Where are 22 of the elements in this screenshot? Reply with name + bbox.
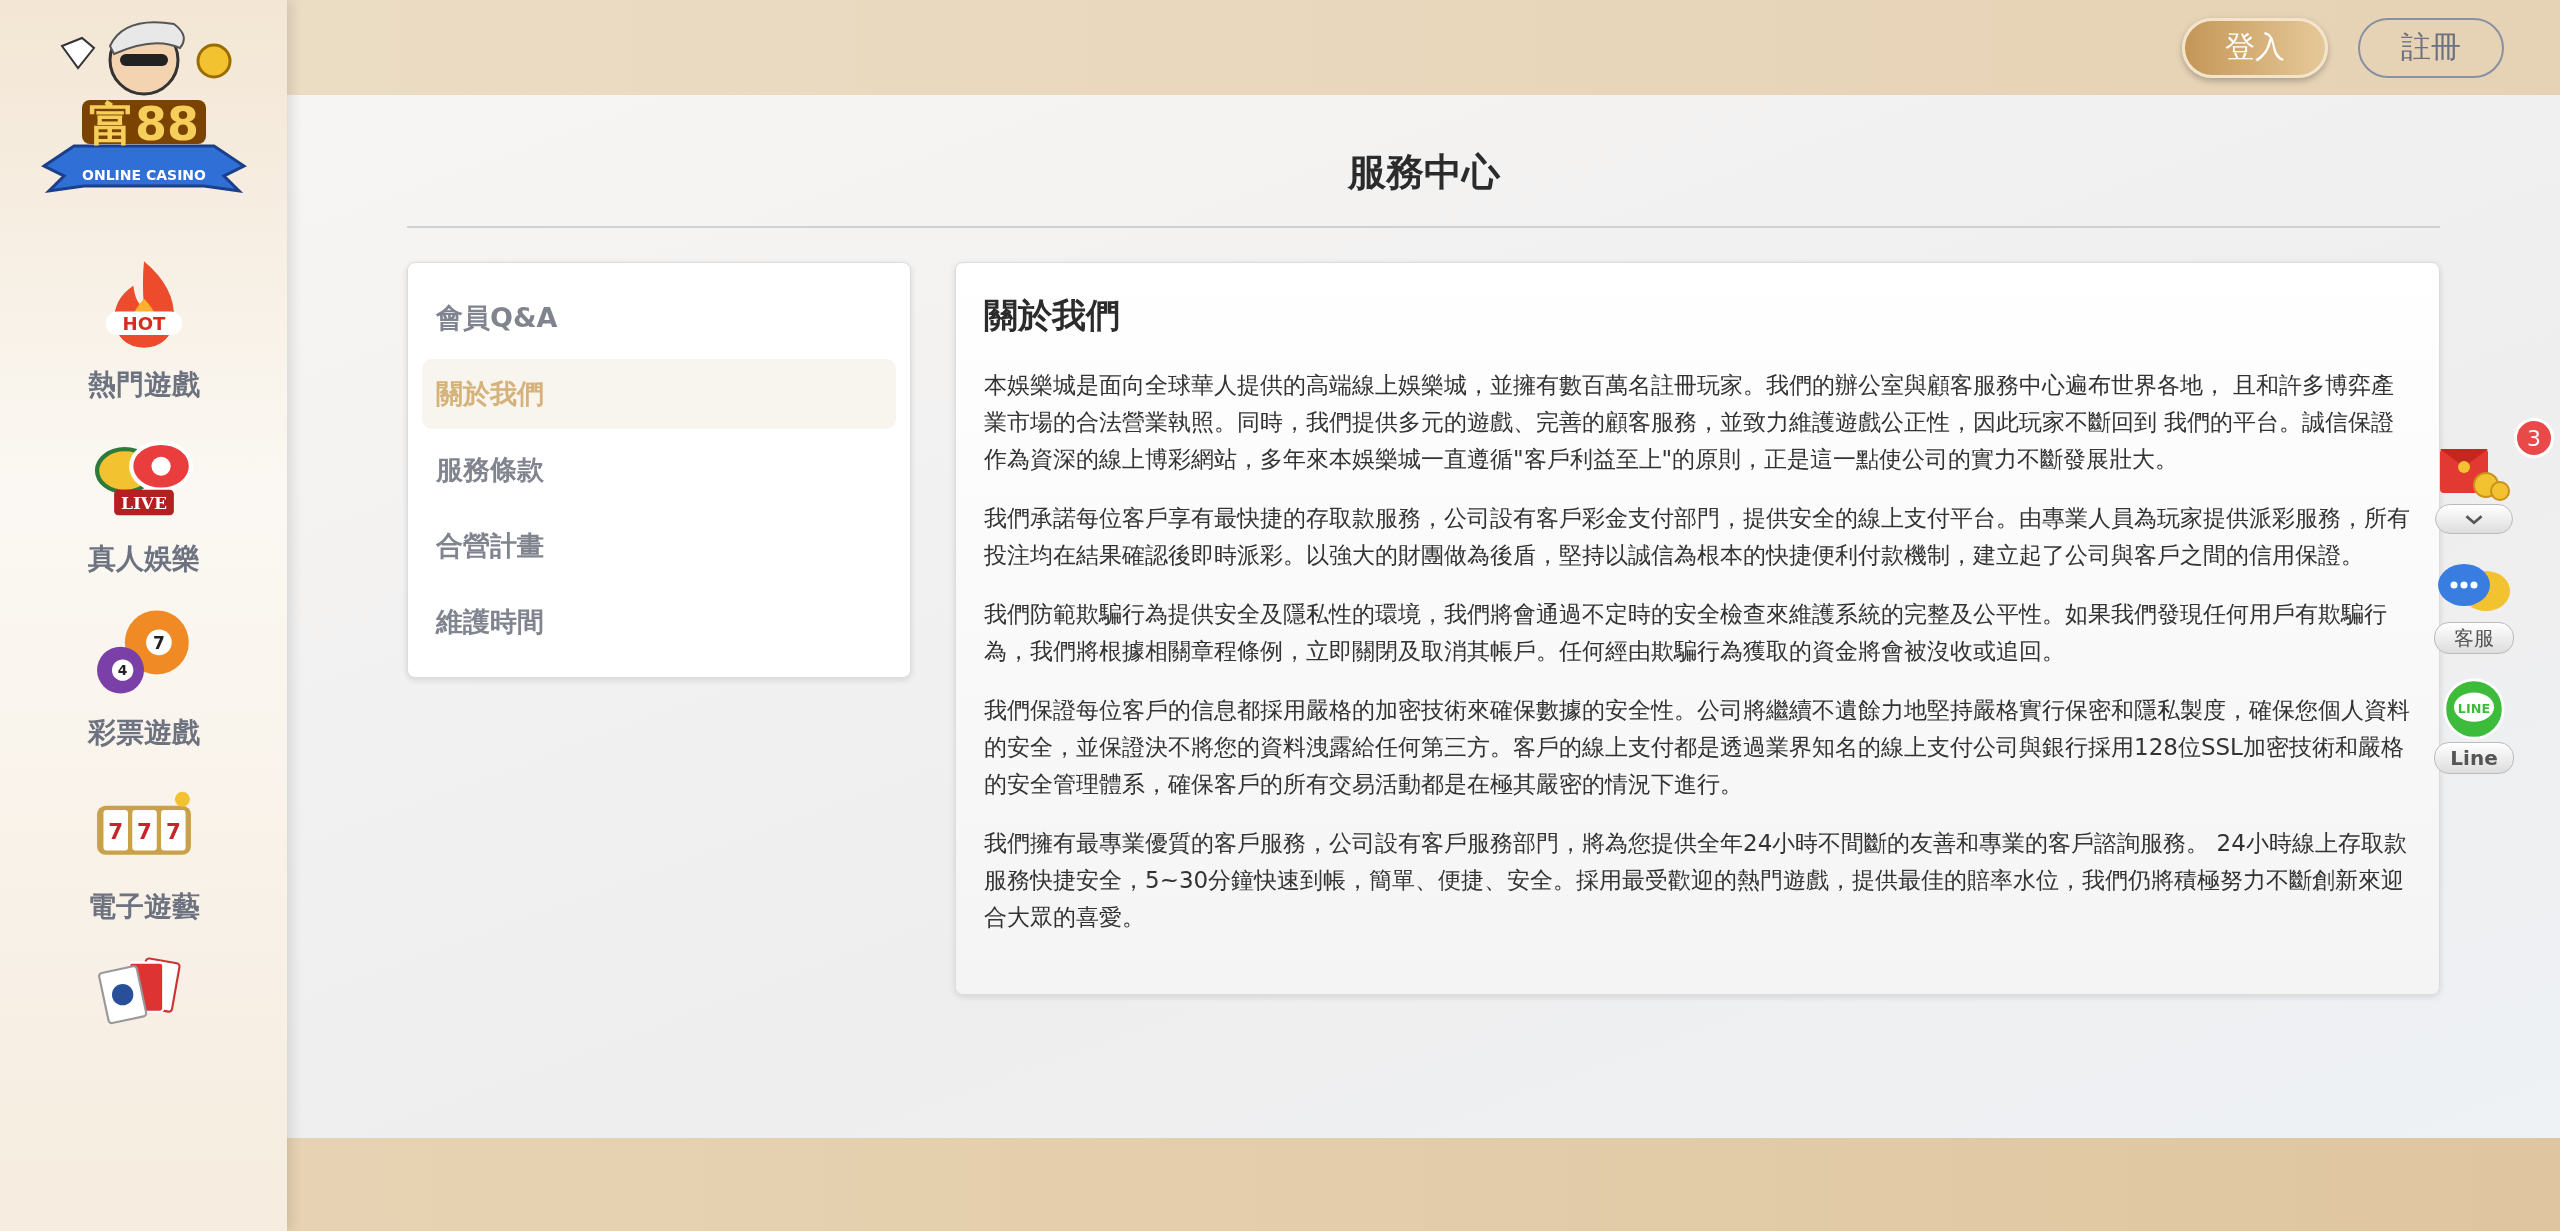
customer-service-label[interactable]: 客服	[2434, 622, 2514, 654]
menu-item[interactable]: 合營計畫	[422, 511, 896, 581]
menu-item[interactable]: 會員Q&A	[422, 283, 896, 353]
page-title: 服務中心	[1346, 149, 1502, 196]
line-label[interactable]: Line	[2434, 742, 2514, 774]
article-paragraph: 我們保證每位客戶的信息都採用嚴格的加密技術來確保數據的安全性。公司將繼續不遺餘力地堅持嚴格實行保密和隱私製度，確保您個人資料的安全，並保證決不將您的資料洩露給任何第三方。客戶的線上支付都是透過業界知名的線上支付公司與銀行採用128位SSL加密技術和嚴格的安全管理體系，確保客戶的所有交易活動都是在極其嚴密的情況下進行。	[984, 696, 2411, 799]
nav-label[interactable]: 真人娛樂	[87, 540, 200, 578]
register-button[interactable]: 註冊	[2358, 17, 2504, 78]
chevron-down-icon	[2463, 512, 2485, 526]
nav-label[interactable]: 彩票遊戲	[87, 714, 200, 752]
collapse-button[interactable]	[2435, 504, 2513, 534]
menu-item[interactable]: 維護時間	[422, 587, 896, 657]
casino-logo-drawing[interactable]: 富88 ONLINE CASINO	[33, 16, 254, 216]
notification-badge: 3	[2514, 418, 2554, 458]
menu-item[interactable]: 服務條款	[422, 435, 896, 505]
article-title: 關於我們	[984, 294, 1121, 337]
article-paragraph: 本娛樂城是面向全球華人提供的高端線上娛樂城，並擁有數百萬名註冊玩家。我們的辦公室與顧客服務中心遍布世界各地， 且和許多博弈產業市場的合法營業執照。同時，我們提供多元的遊戲、完善的顧客服務，並致力維護遊戲公正性，因此玩家不斷回到 我們的平台。誠信保證作為資深的線上博彩網站，多年來本娛樂城一直遵循"客戶利益至上"的原則，正是這一點使公司的實力不斷發展壯大。	[984, 371, 2396, 474]
article-paragraph: 我們防範欺騙行為提供安全及隱私性的環境，我們將會通過不定時的安全檢查來維護系統的完整及公平性。如果我們發現任何用戶有欺騙行為，我們將根據相關章程條例，立即關閉及取消其帳戶。任何經由欺騙行為獲取的資金將會被沒收或追回。	[984, 600, 2388, 666]
article-paragraph: 我們承諾每位客戶享有最快捷的存取款服務，公司設有客戶彩金支付部門，提供安全的線上支付平台。由專業人員為玩家提供派彩服務，所有投注均在結果確認後即時派彩。以強大的財團做為後盾，堅持以誠信為根本的快捷便利付款機制，建立起了公司與客戶之間的信用保證。	[984, 504, 2411, 570]
nav-label[interactable]: 熱門遊戲	[87, 366, 200, 404]
article-paragraph: 我們擁有最專業優質的客戶服務，公司設有客戶服務部門，將為您提供全年24小時不間斷的友善和專業的客戶諮詢服務。 24小時線上存取款服務快捷安全，5~30分鐘快速到帳，簡單、便捷、安全。採用最受歡迎的熱門遊戲，提供最佳的賠率水位，我們仍將積極努力不斷創新來迎合大眾的喜愛。	[984, 829, 2408, 932]
nav-label[interactable]: 電子遊藝	[87, 888, 200, 926]
